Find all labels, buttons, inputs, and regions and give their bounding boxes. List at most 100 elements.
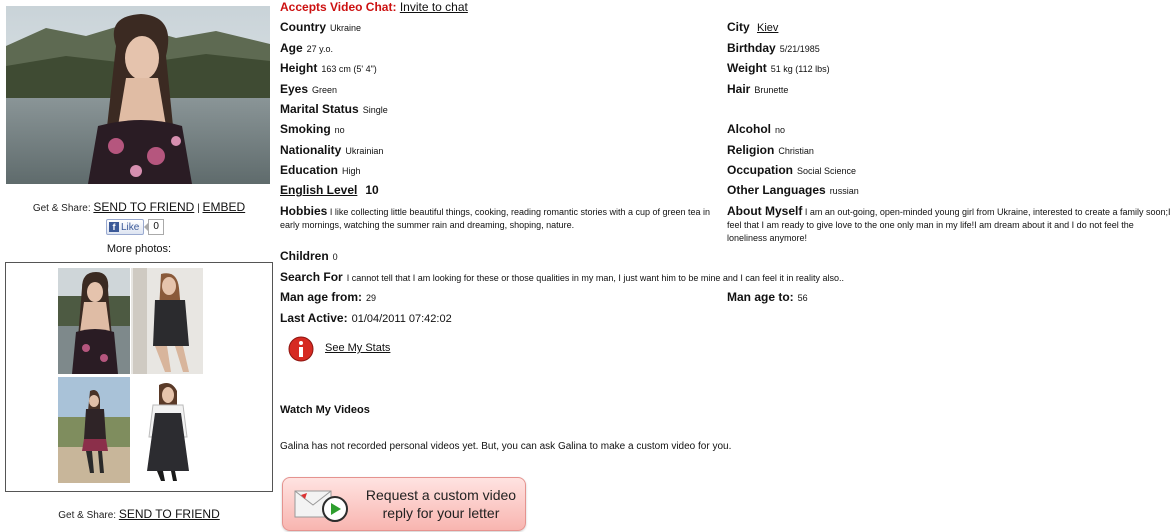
birthday-label: Birthday <box>727 41 776 55</box>
english-value: 10 <box>365 183 379 197</box>
education-label: Education <box>280 163 339 177</box>
send-to-friend-link-bottom[interactable]: SEND TO FRIEND <box>119 507 220 521</box>
languages-label: Other Languages <box>727 183 826 197</box>
smoking-value: no <box>334 125 345 135</box>
education-value: High <box>342 166 361 176</box>
occupation-value: Social Science <box>797 166 857 176</box>
hobbies-block: Hobbies I like collecting little beautif… <box>280 205 720 232</box>
nationality-label: Nationality <box>280 143 342 157</box>
marital-label: Marital Status <box>280 102 359 116</box>
about-label: About Myself <box>727 204 803 218</box>
last-active-value: 01/04/2011 07:42:02 <box>351 313 452 325</box>
search-for-label: Search For <box>280 270 343 284</box>
age-label: Age <box>280 41 303 55</box>
height-label: Height <box>280 61 318 75</box>
alcohol-row: Alcohol no <box>727 122 785 136</box>
birthday-value: 5/21/1985 <box>779 44 820 54</box>
search-for-value: I cannot tell that I am looking for thes… <box>346 273 844 283</box>
see-my-stats-link[interactable]: See My Stats <box>325 342 390 354</box>
photo-column: Get & Share: SEND TO FRIEND | EMBED f Li… <box>0 0 278 532</box>
age-to-label: Man age to: <box>727 290 794 304</box>
eyes-value: Green <box>312 85 338 95</box>
cta-label: Request a custom video reply for your le… <box>361 486 521 522</box>
last-active-row: Last Active: 01/04/2011 07:42:02 <box>280 311 452 325</box>
hair-value: Brunette <box>754 85 789 95</box>
marital-row: Marital Status Single <box>280 102 388 116</box>
age-row: Age 27 y.o. <box>280 41 333 55</box>
age-from-value: 29 <box>366 293 377 303</box>
share-bar-bottom: Get & Share: SEND TO FRIEND <box>0 507 278 521</box>
eyes-row: Eyes Green <box>280 82 337 96</box>
smoking-row: Smoking no <box>280 122 345 136</box>
weight-label: Weight <box>727 61 767 75</box>
children-value: 0 <box>332 252 338 262</box>
embed-link[interactable]: EMBED <box>202 200 245 214</box>
english-level-link[interactable]: English Level <box>280 183 357 197</box>
country-value: Ukraine <box>330 23 362 33</box>
last-active-label: Last Active: <box>280 311 348 325</box>
send-to-friend-link[interactable]: SEND TO FRIEND <box>93 200 194 214</box>
age-value: 27 y.o. <box>306 44 334 54</box>
languages-value: russian <box>829 186 859 196</box>
children-row: Children 0 <box>280 249 338 263</box>
weight-row: Weight 51 kg (112 lbs) <box>727 61 830 75</box>
hobbies-label: Hobbies <box>280 204 328 218</box>
occupation-row: Occupation Social Science <box>727 163 856 177</box>
cta-line-2: reply for your letter <box>382 505 500 521</box>
country-label: Country <box>280 20 326 34</box>
nationality-value: Ukrainian <box>345 146 384 156</box>
weight-value: 51 kg (112 lbs) <box>770 64 830 74</box>
thumbnail-image <box>58 377 130 483</box>
age-from-row: Man age from: 29 <box>280 290 376 304</box>
video-chat-label: Accepts Video Chat: <box>280 0 397 14</box>
facebook-like-widget: f Like 0 <box>106 219 164 235</box>
marital-value: Single <box>362 105 388 115</box>
country-row: Country Ukraine <box>280 20 361 34</box>
alcohol-label: Alcohol <box>727 122 771 136</box>
religion-value: Christian <box>778 146 814 156</box>
main-profile-photo[interactable] <box>6 6 270 184</box>
invite-to-chat-link[interactable]: Invite to chat <box>400 0 468 14</box>
video-chat-row: Accepts Video Chat: Invite to chat <box>280 0 468 14</box>
share-bar: Get & Share: SEND TO FRIEND | EMBED <box>0 200 278 214</box>
children-label: Children <box>280 249 329 263</box>
search-for-row: Search For I cannot tell that I am lookin… <box>280 270 844 284</box>
eyes-label: Eyes <box>280 82 309 96</box>
thumbnail-image <box>58 268 130 374</box>
alcohol-value: no <box>775 125 786 135</box>
thumbnail-image <box>131 377 203 483</box>
profile-details: Accepts Video Chat: Invite to chat Count… <box>280 0 1173 532</box>
hair-label: Hair <box>727 82 751 96</box>
smoking-label: Smoking <box>280 122 331 136</box>
english-row: English Level 10 <box>280 183 379 197</box>
cta-line-1: Request a custom video <box>365 487 517 503</box>
fb-like-count: 0 <box>144 219 164 235</box>
photo-thumbnail-3[interactable] <box>58 377 130 483</box>
languages-row: Other Languages russian <box>727 183 859 197</box>
age-from-label: Man age from: <box>280 290 363 304</box>
city-label: City <box>727 20 750 34</box>
religion-row: Religion Christian <box>727 143 814 157</box>
fb-like-label: Like <box>121 221 140 233</box>
hair-row: Hair Brunette <box>727 82 788 96</box>
share-label: Get & Share: <box>32 203 91 214</box>
thumbnail-image <box>131 268 203 374</box>
photo-thumbnail-2[interactable] <box>131 268 203 374</box>
about-block: About Myself I am an out-going, open-min… <box>727 205 1171 245</box>
videos-heading: Watch My Videos <box>280 404 370 416</box>
more-photos-label: More photos: <box>106 243 172 255</box>
info-icon[interactable] <box>288 336 314 362</box>
photo-thumbnail-1[interactable] <box>58 268 130 374</box>
video-envelope-icon <box>294 490 348 522</box>
request-custom-video-button[interactable]: Request a custom video reply for your le… <box>282 477 526 531</box>
age-to-row: Man age to: 56 <box>727 290 808 304</box>
age-to-value: 56 <box>797 293 808 303</box>
photo-thumbnail-4[interactable] <box>131 377 203 483</box>
city-link[interactable]: Kiev <box>757 22 778 34</box>
city-row: City Kiev <box>727 20 778 34</box>
more-photos-gallery <box>5 262 273 492</box>
height-value: 163 cm (5' 4") <box>321 64 377 74</box>
occupation-label: Occupation <box>727 163 794 177</box>
hobbies-value: I like collecting little beautiful thing… <box>280 207 711 230</box>
facebook-like-button[interactable]: f Like <box>106 219 145 235</box>
